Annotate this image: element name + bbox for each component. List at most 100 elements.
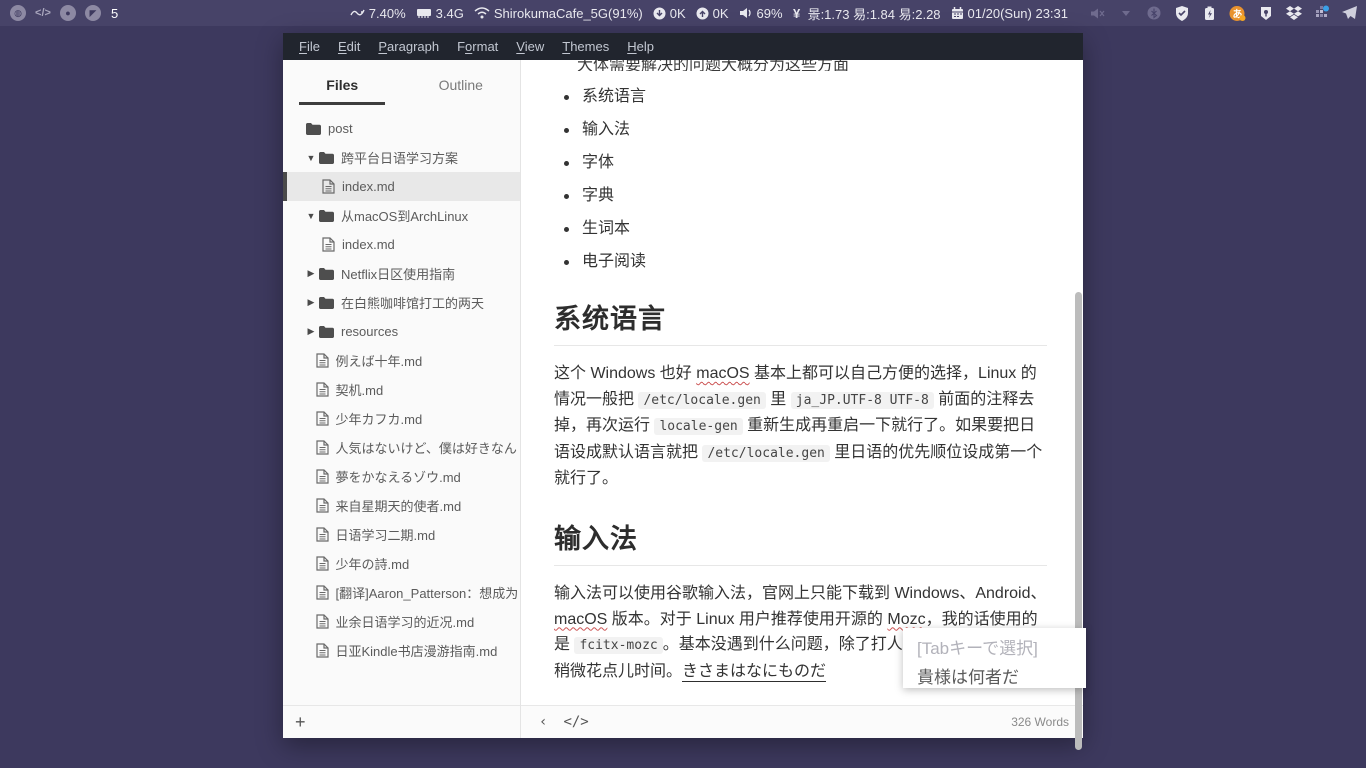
battery-charging-icon[interactable] <box>1201 5 1218 22</box>
tree-label: 日亚Kindle书店漫游指南.md <box>336 641 498 660</box>
file-icon <box>316 556 329 571</box>
status-yen: ¥景:1.73 易:1.84 易:2.28 <box>793 4 941 23</box>
tree-folder[interactable]: ▼从macOS到ArchLinux <box>283 201 520 230</box>
sidebar: FilesOutline post▼跨平台日语学习方案index.md▼从mac… <box>283 60 521 738</box>
text-code: ja_JP.UTF-8 UTF-8 <box>791 392 934 409</box>
globe-icon[interactable]: ◍ <box>10 5 26 21</box>
tree-file[interactable]: index.md <box>283 172 520 201</box>
tree-label: 例えば十年.md <box>336 351 423 370</box>
shield-check-icon[interactable] <box>1173 5 1190 22</box>
folder-icon <box>319 152 334 164</box>
tree-file[interactable]: 例えば十年.md <box>283 346 520 375</box>
dropbox-icon[interactable] <box>1285 5 1302 22</box>
file-icon <box>316 614 329 629</box>
menu-themes[interactable]: Themes <box>553 39 618 54</box>
source-mode-icon[interactable]: </> <box>563 714 588 730</box>
tree-file[interactable]: 夢をかなえるゾウ.md <box>283 462 520 491</box>
bluetooth-icon[interactable] <box>1145 5 1162 22</box>
status-text: 01/20(Sun) 23:31 <box>968 6 1068 21</box>
menu-help[interactable]: Help <box>618 39 663 54</box>
chevron-right-icon[interactable]: ▶ <box>306 297 316 308</box>
file-tree: post▼跨平台日语学习方案index.md▼从macOS到ArchLinuxi… <box>283 110 520 705</box>
tree-label: index.md <box>342 237 395 252</box>
tree-file[interactable]: 日语学习二期.md <box>283 520 520 549</box>
editor-content[interactable]: 大体需要解决的问题大概分为这些方面 系统语言输入法字体字典生词本电子阅读系统语言… <box>521 60 1083 705</box>
text-code: fcitx-mozc <box>574 637 662 654</box>
status-area: 7.40%3.4GShirokumaCafe_5G(91%)0K0K69%¥景:… <box>350 4 1366 23</box>
volume-muted-icon[interactable] <box>1089 5 1106 22</box>
tree-file[interactable]: 来自星期天的使者.md <box>283 491 520 520</box>
status-upload: 0K <box>696 6 729 21</box>
dropdown-arrow-icon[interactable] <box>1117 5 1134 22</box>
text-code: locale-gen <box>654 418 742 435</box>
file-icon <box>316 353 329 368</box>
section-heading: 输入法 <box>554 517 1047 566</box>
status-ram: 3.4G <box>416 6 464 21</box>
upload-icon <box>696 7 709 20</box>
tree-file[interactable]: [翻译]Aaron_Patterson：想成为 <box>283 578 520 607</box>
tab-files[interactable]: Files <box>283 60 402 110</box>
workspace-number[interactable]: 5 <box>111 6 118 21</box>
menu-paragraph[interactable]: Paragraph <box>369 39 448 54</box>
chevron-right-icon[interactable]: ▶ <box>306 268 316 279</box>
system-tray: あ <box>1089 5 1358 22</box>
keylock-icon[interactable] <box>1257 5 1274 22</box>
tree-file[interactable]: 契机.md <box>283 375 520 404</box>
ime-hint-text: [Tabキーで選択] <box>917 634 1086 659</box>
chevron-down-icon[interactable]: ▼ <box>306 153 316 163</box>
chevron-down-icon[interactable]: ▼ <box>306 211 316 221</box>
tree-label: 业余日语学习的近况.md <box>336 612 475 631</box>
text: 版本。对于 Linux 用户推荐使用开源的 <box>607 611 887 628</box>
status-text: 景:1.73 易:1.84 易:2.28 <box>808 4 941 23</box>
text-preedit: きさまはなにものだ <box>682 663 826 682</box>
plane-circle-icon[interactable]: ◤ <box>85 5 101 21</box>
file-icon <box>316 643 329 658</box>
tree-folder[interactable]: ▶ Netflix日区使用指南 <box>283 259 520 288</box>
sidebar-toggle-icon[interactable]: ‹ <box>539 714 547 730</box>
file-icon <box>316 440 329 455</box>
bullet-list: 系统语言输入法字体字典生词本电子阅读 <box>554 87 1047 272</box>
status-calendar: 01/20(Sun) 23:31 <box>951 6 1068 21</box>
typora-window: FileEditParagraphFormatViewThemesHelp Fi… <box>283 33 1083 738</box>
file-icon <box>316 469 329 484</box>
tree-folder[interactable]: ▼跨平台日语学习方案 <box>283 143 520 172</box>
ime-candidate-text[interactable]: 貴様は何者だ <box>917 663 1086 688</box>
tree-file[interactable]: 少年の詩.md <box>283 549 520 578</box>
tree-file[interactable]: 业余日语学习的近况.md <box>283 607 520 636</box>
fcitx-input-method-icon[interactable]: あ <box>1229 5 1246 22</box>
editor-footer: ‹ </> 326 Words <box>521 705 1083 738</box>
cpu-wave-icon <box>350 7 365 19</box>
status-text: 3.4G <box>436 6 464 21</box>
chevron-right-icon[interactable]: ▶ <box>306 326 316 337</box>
tree-folder[interactable]: ▶在白熊咖啡馆打工的两天 <box>283 288 520 317</box>
menu-format[interactable]: Format <box>448 39 507 54</box>
text-spell: macOS <box>696 365 749 382</box>
bullet-item: 生词本 <box>554 219 1047 239</box>
tree-file[interactable]: 少年カフカ.md <box>283 404 520 433</box>
text: 输入法可以使用谷歌输入法，官网上只能下载到 Windows、Android、 <box>554 585 1047 602</box>
code-icon[interactable]: </> <box>35 5 51 21</box>
tree-file[interactable]: 人気はないけど、僕は好きなん <box>283 433 520 462</box>
tree-label: Netflix日区使用指南 <box>341 264 455 283</box>
menu-file[interactable]: File <box>290 39 329 54</box>
text-code: /etc/locale.gen <box>702 445 829 462</box>
tree-file[interactable]: 日亚Kindle书店漫游指南.md <box>283 636 520 665</box>
connect-pixels-icon[interactable] <box>1313 5 1330 22</box>
tree-file[interactable]: index.md <box>283 230 520 259</box>
section-heading: 系统语言 <box>554 297 1047 346</box>
tree-label: 来自星期天的使者.md <box>336 496 462 515</box>
sidebar-footer: + <box>283 705 520 738</box>
tab-outline[interactable]: Outline <box>402 60 521 110</box>
file-icon <box>322 179 335 194</box>
telegram-icon[interactable] <box>1341 5 1358 22</box>
system-top-bar: ◍</>●◤ 5 7.40%3.4GShirokumaCafe_5G(91%)0… <box>0 0 1366 26</box>
tree-folder[interactable]: ▶ resources <box>283 317 520 346</box>
folder-icon <box>319 268 334 280</box>
menu-edit[interactable]: Edit <box>329 39 369 54</box>
tree-folder[interactable]: post <box>283 114 520 143</box>
add-file-button[interactable]: + <box>295 713 306 731</box>
app-circle-icon[interactable]: ● <box>60 5 76 21</box>
tree-label: resources <box>341 324 398 339</box>
status-speaker: 69% <box>739 6 783 21</box>
menu-view[interactable]: View <box>507 39 553 54</box>
